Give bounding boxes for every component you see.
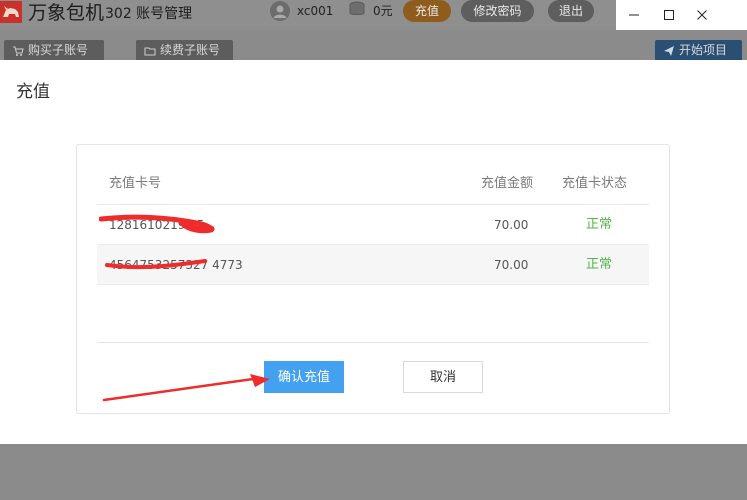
buy-sub-account-label: 购买子账号 (28, 43, 89, 57)
modal-title: 充值 (16, 82, 50, 102)
card-number-cell: 4564753257327 4773 (109, 258, 243, 272)
paper-plane-icon (664, 45, 674, 56)
coin-stack-icon (347, 0, 367, 20)
username-label: xc001 (297, 4, 334, 18)
start-project-label: 开始项目 (679, 43, 728, 57)
start-project-button[interactable]: 开始项目 (655, 40, 742, 61)
rhino-logo-icon (0, 1, 22, 23)
folder-icon (144, 47, 156, 55)
column-header-amount: 充值金额 (481, 176, 534, 191)
user-avatar-icon (270, 1, 290, 21)
logout-button[interactable]: 退出 (548, 0, 594, 22)
amount-cell: 70.00 (494, 258, 529, 272)
close-window-button[interactable] (685, 0, 718, 30)
table-header: 充值卡号 充值金额 充值卡状态 (97, 169, 649, 205)
maximize-icon (663, 10, 674, 20)
balance-label: 0元 (373, 4, 393, 18)
maximize-button[interactable] (652, 0, 685, 30)
card-number-cell: 1281610219 15 (109, 218, 205, 232)
minimize-icon (629, 14, 639, 16)
column-header-card-number: 充值卡号 (109, 176, 162, 191)
renew-sub-account-label: 续费子账号 (160, 43, 221, 57)
recharge-card-panel: 充值卡号 充值金额 充值卡状态 1281610219 15 70.00 正常 4… (76, 144, 670, 414)
table-row: 4564753257327 4773 70.00 正常 (97, 245, 649, 285)
confirm-recharge-button[interactable]: 确认充值 (264, 361, 344, 393)
renew-sub-account-button[interactable]: 续费子账号 (136, 40, 233, 61)
toolbar: 购买子账号 续费子账号 开始项目 (0, 30, 747, 61)
close-icon (696, 10, 707, 20)
minimize-button[interactable] (616, 0, 652, 30)
cancel-button[interactable]: 取消 (403, 361, 483, 393)
recharge-button[interactable]: 充值 (403, 0, 451, 22)
status-cell: 正常 (586, 257, 613, 272)
change-password-button[interactable]: 修改密码 (461, 0, 534, 22)
column-header-card-status: 充值卡状态 (562, 176, 628, 191)
window-controls (616, 0, 747, 30)
buy-sub-account-button[interactable]: 购买子账号 (4, 40, 104, 61)
app-subtitle: 302 账号管理 (105, 6, 193, 22)
footer-divider (97, 342, 649, 343)
page-overlay (0, 444, 747, 500)
amount-cell: 70.00 (494, 218, 529, 232)
cart-icon (13, 46, 24, 56)
recharge-modal: 充值 充值卡号 充值金额 充值卡状态 1281610219 15 70.00 正… (0, 60, 747, 444)
app-brand: 万象包机 (28, 2, 105, 24)
status-cell: 正常 (586, 217, 613, 232)
table-row: 1281610219 15 70.00 正常 (97, 205, 649, 245)
title-bar: 万象包机 302 账号管理 xc001 0元 充值 修改密码 退出 (0, 0, 747, 30)
